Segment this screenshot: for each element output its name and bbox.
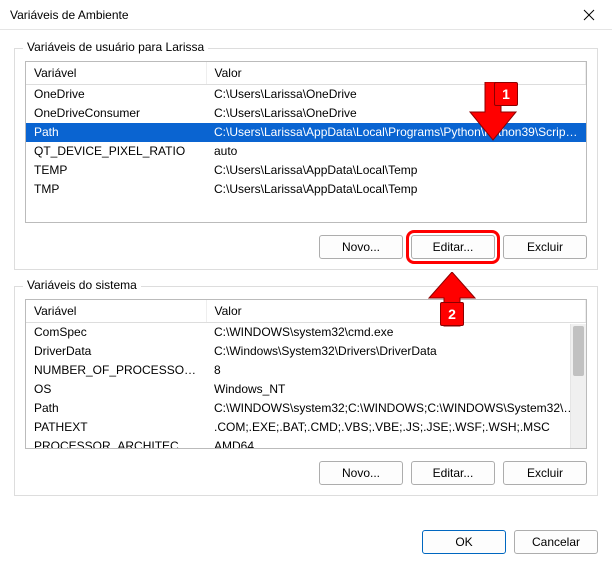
cell-value: C:\Users\Larissa\OneDrive: [206, 85, 586, 104]
system-new-button[interactable]: Novo...: [319, 461, 403, 485]
system-vars-label: Variáveis do sistema: [23, 278, 141, 292]
cell-variable: OneDrive: [26, 85, 206, 104]
table-row[interactable]: OneDriveConsumerC:\Users\Larissa\OneDriv…: [26, 104, 586, 123]
table-row[interactable]: QT_DEVICE_PIXEL_RATIOauto: [26, 142, 586, 161]
table-row[interactable]: TEMPC:\Users\Larissa\AppData\Local\Temp: [26, 161, 586, 180]
cell-variable: DriverData: [26, 342, 206, 361]
cell-value: 8: [206, 361, 586, 380]
ok-button[interactable]: OK: [422, 530, 506, 554]
cell-variable: PATHEXT: [26, 418, 206, 437]
cell-variable: TMP: [26, 180, 206, 199]
cell-value: C:\Windows\System32\Drivers\DriverData: [206, 342, 586, 361]
system-vars-group: Variáveis do sistema Variável Valor ComS…: [14, 286, 598, 496]
table-row[interactable]: ComSpecC:\WINDOWS\system32\cmd.exe: [26, 323, 586, 342]
user-delete-button[interactable]: Excluir: [503, 235, 587, 259]
dialog-content: Variáveis de usuário para Larissa Variáv…: [0, 30, 612, 522]
table-row[interactable]: PathC:\WINDOWS\system32;C:\WINDOWS;C:\WI…: [26, 399, 586, 418]
table-row[interactable]: PROCESSOR_ARCHITECTUREAMD64: [26, 437, 586, 450]
titlebar: Variáveis de Ambiente: [0, 0, 612, 30]
col-header-value[interactable]: Valor: [206, 62, 586, 85]
cell-value: C:\Users\Larissa\OneDrive: [206, 104, 586, 123]
user-vars-group: Variáveis de usuário para Larissa Variáv…: [14, 48, 598, 270]
col-header-variable[interactable]: Variável: [26, 300, 206, 323]
cell-value: auto: [206, 142, 586, 161]
cell-value: C:\Users\Larissa\AppData\Local\Programs\…: [206, 123, 586, 142]
col-header-variable[interactable]: Variável: [26, 62, 206, 85]
cell-variable: Path: [26, 123, 206, 142]
cancel-button[interactable]: Cancelar: [514, 530, 598, 554]
scrollbar-thumb[interactable]: [573, 326, 584, 376]
system-vars-table[interactable]: Variável Valor ComSpecC:\WINDOWS\system3…: [26, 300, 586, 449]
table-row[interactable]: PATHEXT.COM;.EXE;.BAT;.CMD;.VBS;.VBE;.JS…: [26, 418, 586, 437]
close-button[interactable]: [566, 0, 612, 30]
system-vars-table-container: Variável Valor ComSpecC:\WINDOWS\system3…: [25, 299, 587, 449]
dialog-buttons: OK Cancelar: [0, 522, 612, 568]
user-vars-table-container: Variável Valor OneDriveC:\Users\Larissa\…: [25, 61, 587, 223]
cell-value: C:\WINDOWS\system32;C:\WINDOWS;C:\WINDOW…: [206, 399, 586, 418]
cell-variable: OS: [26, 380, 206, 399]
cell-value: AMD64: [206, 437, 586, 450]
table-header-row: Variável Valor: [26, 62, 586, 85]
cell-variable: NUMBER_OF_PROCESSORS: [26, 361, 206, 380]
cell-value: C:\Users\Larissa\AppData\Local\Temp: [206, 161, 586, 180]
system-edit-button[interactable]: Editar...: [411, 461, 495, 485]
close-icon: [583, 9, 595, 21]
cell-variable: ComSpec: [26, 323, 206, 342]
table-row[interactable]: DriverDataC:\Windows\System32\Drivers\Dr…: [26, 342, 586, 361]
cell-value: .COM;.EXE;.BAT;.CMD;.VBS;.VBE;.JS;.JSE;.…: [206, 418, 586, 437]
system-vars-scrollbar[interactable]: [570, 324, 586, 448]
col-header-value[interactable]: Valor: [206, 300, 586, 323]
cell-variable: PROCESSOR_ARCHITECTURE: [26, 437, 206, 450]
system-vars-buttons: Novo... Editar... Excluir: [25, 461, 587, 485]
system-delete-button[interactable]: Excluir: [503, 461, 587, 485]
user-vars-label: Variáveis de usuário para Larissa: [23, 40, 208, 54]
table-row[interactable]: OSWindows_NT: [26, 380, 586, 399]
user-edit-button[interactable]: Editar...: [411, 235, 495, 259]
cell-variable: OneDriveConsumer: [26, 104, 206, 123]
cell-value: C:\Users\Larissa\AppData\Local\Temp: [206, 180, 586, 199]
user-vars-buttons: Novo... Editar... Excluir: [25, 235, 587, 259]
table-row[interactable]: OneDriveC:\Users\Larissa\OneDrive: [26, 85, 586, 104]
cell-variable: TEMP: [26, 161, 206, 180]
user-new-button[interactable]: Novo...: [319, 235, 403, 259]
cell-variable: Path: [26, 399, 206, 418]
table-header-row: Variável Valor: [26, 300, 586, 323]
cell-value: Windows_NT: [206, 380, 586, 399]
table-row[interactable]: TMPC:\Users\Larissa\AppData\Local\Temp: [26, 180, 586, 199]
window-title: Variáveis de Ambiente: [10, 8, 129, 22]
user-vars-table[interactable]: Variável Valor OneDriveC:\Users\Larissa\…: [26, 62, 586, 199]
cell-variable: QT_DEVICE_PIXEL_RATIO: [26, 142, 206, 161]
table-row[interactable]: NUMBER_OF_PROCESSORS8: [26, 361, 586, 380]
table-row[interactable]: PathC:\Users\Larissa\AppData\Local\Progr…: [26, 123, 586, 142]
cell-value: C:\WINDOWS\system32\cmd.exe: [206, 323, 586, 342]
